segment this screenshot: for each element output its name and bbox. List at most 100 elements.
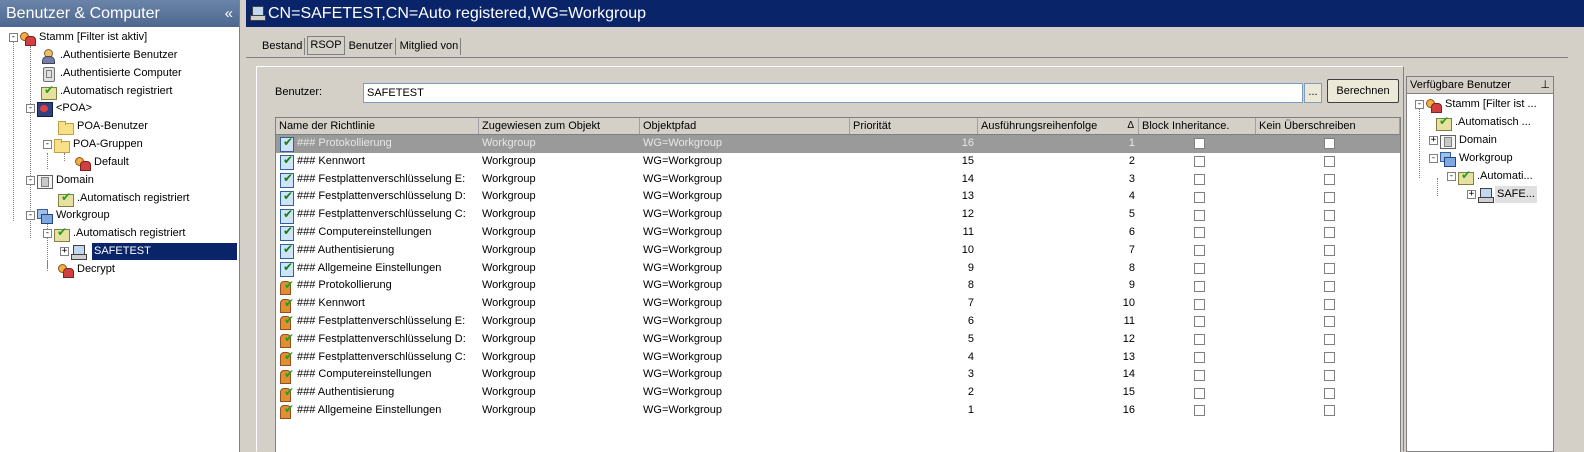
table-row[interactable]: ### Protokollierung Workgroup WG=Workgroup… xyxy=(276,135,1400,153)
block-inheritance-checkbox[interactable] xyxy=(1193,173,1205,185)
table-row[interactable]: ### Protokollierung Workgroup WG=Workgroup… xyxy=(276,277,1400,295)
table-row[interactable]: ### Allgemeine Einstellungen Workgroup WG=… xyxy=(276,402,1400,420)
no-override-checkbox[interactable] xyxy=(1324,369,1335,381)
block-inheritance-checkbox[interactable] xyxy=(1193,262,1205,274)
no-override-checkbox[interactable] xyxy=(1324,334,1335,346)
no-override-checkbox[interactable] xyxy=(1324,387,1335,399)
block-inheritance-checkbox[interactable] xyxy=(1193,156,1205,168)
tree-node-domain[interactable]: - Domain xyxy=(26,172,96,189)
avail-node-domain[interactable]: + Domain xyxy=(1429,132,1499,149)
no-override-checkbox[interactable] xyxy=(1324,138,1335,150)
tree-expander[interactable]: - xyxy=(26,211,35,220)
tree-node-label: .Automatisch registriert xyxy=(60,85,173,97)
block-inheritance-checkbox[interactable] xyxy=(1193,351,1205,363)
column-header-no-override[interactable]: Kein Überschreiben xyxy=(1256,118,1400,134)
column-header-block-inheritance[interactable]: Block Inheritance. xyxy=(1139,118,1256,134)
tree-expander[interactable]: + xyxy=(1467,190,1476,199)
tab-mitglied-von[interactable]: Mitglied von xyxy=(398,38,462,55)
block-inheritance-checkbox[interactable] xyxy=(1193,387,1205,399)
table-row[interactable]: ### Festplattenverschlüsselung E: Workgro… xyxy=(276,313,1400,331)
no-override-checkbox[interactable] xyxy=(1324,298,1335,310)
tree-expander[interactable]: + xyxy=(60,247,69,256)
tree-expander[interactable]: - xyxy=(43,229,52,238)
column-header-path[interactable]: Objektpfad xyxy=(640,118,850,134)
policy-name: ### Authentisierung xyxy=(297,386,395,399)
block-inheritance-checkbox[interactable] xyxy=(1193,369,1205,381)
no-override-checkbox[interactable] xyxy=(1324,245,1335,257)
tree-node-workgroup-auto[interactable]: - .Automatisch registriert xyxy=(43,225,187,242)
tree-node-decrypt[interactable]: Decrypt xyxy=(57,261,117,278)
table-row[interactable]: ### Authentisierung Workgroup WG=Workgroup… xyxy=(276,242,1400,260)
block-inheritance-checkbox[interactable] xyxy=(1193,280,1205,292)
block-inheritance-checkbox[interactable] xyxy=(1193,209,1205,221)
tree-expander[interactable]: - xyxy=(26,176,35,185)
block-inheritance-checkbox[interactable] xyxy=(1193,316,1205,328)
table-row[interactable]: ### Kennwort Workgroup WG=Workgroup 15 2 xyxy=(276,153,1400,171)
block-inheritance-checkbox[interactable] xyxy=(1193,405,1205,417)
table-row[interactable]: ### Festplattenverschlüsselung D: Workgro… xyxy=(276,188,1400,206)
avail-node-workgroup[interactable]: - Workgroup xyxy=(1429,150,1515,167)
block-inheritance-checkbox[interactable] xyxy=(1193,334,1205,346)
no-override-checkbox[interactable] xyxy=(1324,227,1335,239)
tab-rsop[interactable]: RSOP xyxy=(307,36,345,55)
tree-expander[interactable]: - xyxy=(9,33,18,42)
tree-expander[interactable]: - xyxy=(1429,154,1438,163)
tree-node-default[interactable]: Default xyxy=(74,154,131,171)
column-header-name[interactable]: Name der Richtlinie xyxy=(276,118,479,134)
no-override-checkbox[interactable] xyxy=(1324,316,1335,328)
user-input[interactable] xyxy=(363,83,1303,103)
avail-node-safetest[interactable]: + SAFE... xyxy=(1467,186,1537,203)
tree-node-poa-groups[interactable]: - POA-Gruppen xyxy=(43,136,145,153)
cell-assigned: Workgroup xyxy=(482,350,536,363)
no-override-checkbox[interactable] xyxy=(1324,351,1335,363)
tree-expander[interactable]: - xyxy=(1447,172,1456,181)
no-override-checkbox[interactable] xyxy=(1324,156,1335,168)
tree-node-safetest[interactable]: SAFETEST xyxy=(92,243,237,260)
table-row[interactable]: ### Computereinstellungen Workgroup WG=Wor… xyxy=(276,224,1400,242)
column-header-assigned[interactable]: Zugewiesen zum Objekt xyxy=(479,118,640,134)
collapse-panel-icon[interactable]: « xyxy=(225,0,233,27)
block-inheritance-checkbox[interactable] xyxy=(1193,191,1205,203)
no-override-checkbox[interactable] xyxy=(1324,405,1335,417)
table-row[interactable]: ### Festplattenverschlüsselung E: Workgro… xyxy=(276,171,1400,189)
column-header-priority[interactable]: Priorität xyxy=(850,118,978,134)
browse-user-button[interactable]: ... xyxy=(1304,83,1322,103)
tree-expander[interactable]: - xyxy=(1415,100,1424,109)
block-inheritance-checkbox[interactable] xyxy=(1193,245,1205,257)
avail-node-root[interactable]: - Stamm [Filter ist ... xyxy=(1415,96,1539,113)
tree-node-auth-users[interactable]: .Authentisierte Benutzer xyxy=(40,47,179,64)
no-override-checkbox[interactable] xyxy=(1324,191,1335,203)
tree-node-domain-auto[interactable]: .Automatisch registriert xyxy=(57,190,191,207)
pin-icon[interactable]: ⊥ xyxy=(1540,77,1550,93)
no-override-checkbox[interactable] xyxy=(1324,280,1335,292)
avail-node-auto[interactable]: .Automatisch ... xyxy=(1435,114,1533,131)
no-override-checkbox[interactable] xyxy=(1324,209,1335,221)
tree-expander[interactable]: - xyxy=(26,104,35,113)
column-header-order[interactable]: Ausführungsreihenfolge Δ xyxy=(978,118,1139,134)
block-inheritance-checkbox[interactable] xyxy=(1193,227,1205,239)
table-row[interactable]: ### Allgemeine Einstellungen Workgroup WG=… xyxy=(276,260,1400,278)
tree-node-auto-registered[interactable]: .Automatisch registriert xyxy=(40,83,174,100)
tree-node-auth-computers[interactable]: .Authentisierte Computer xyxy=(40,65,184,82)
table-row[interactable]: ### Festplattenverschlüsselung C: Workgro… xyxy=(276,349,1400,367)
tab-benutzer[interactable]: Benutzer xyxy=(347,38,396,55)
table-row[interactable]: ### Computereinstellungen Workgroup WG=Wor… xyxy=(276,366,1400,384)
tree-expander[interactable]: - xyxy=(43,140,52,149)
tree-node-poa[interactable]: - <POA> xyxy=(26,100,94,117)
block-inheritance-checkbox[interactable] xyxy=(1193,298,1205,310)
table-row[interactable]: ### Festplattenverschlüsselung C: Workgro… xyxy=(276,206,1400,224)
calculate-button[interactable]: Berechnen xyxy=(1327,79,1399,103)
table-row[interactable]: ### Festplattenverschlüsselung D: Workgro… xyxy=(276,331,1400,349)
table-row[interactable]: ### Authentisierung Workgroup WG=Workgroup… xyxy=(276,384,1400,402)
tree-node-root[interactable]: - Stamm [Filter ist aktiv] xyxy=(9,29,149,46)
avail-node-workgroup-auto[interactable]: - .Automati... xyxy=(1447,168,1535,185)
tree-expander[interactable]: + xyxy=(1429,136,1438,145)
block-inheritance-checkbox[interactable] xyxy=(1193,138,1205,150)
tree-node-workgroup[interactable]: - Workgroup xyxy=(26,207,112,224)
no-override-checkbox[interactable] xyxy=(1324,173,1335,185)
tree-node-poa-users[interactable]: POA-Benutzer xyxy=(57,118,150,135)
no-override-checkbox[interactable] xyxy=(1324,262,1335,274)
cell-priority: 16 xyxy=(961,137,974,149)
table-row[interactable]: ### Kennwort Workgroup WG=Workgroup 7 10 xyxy=(276,295,1400,313)
tab-bestand[interactable]: Bestand xyxy=(260,38,306,55)
